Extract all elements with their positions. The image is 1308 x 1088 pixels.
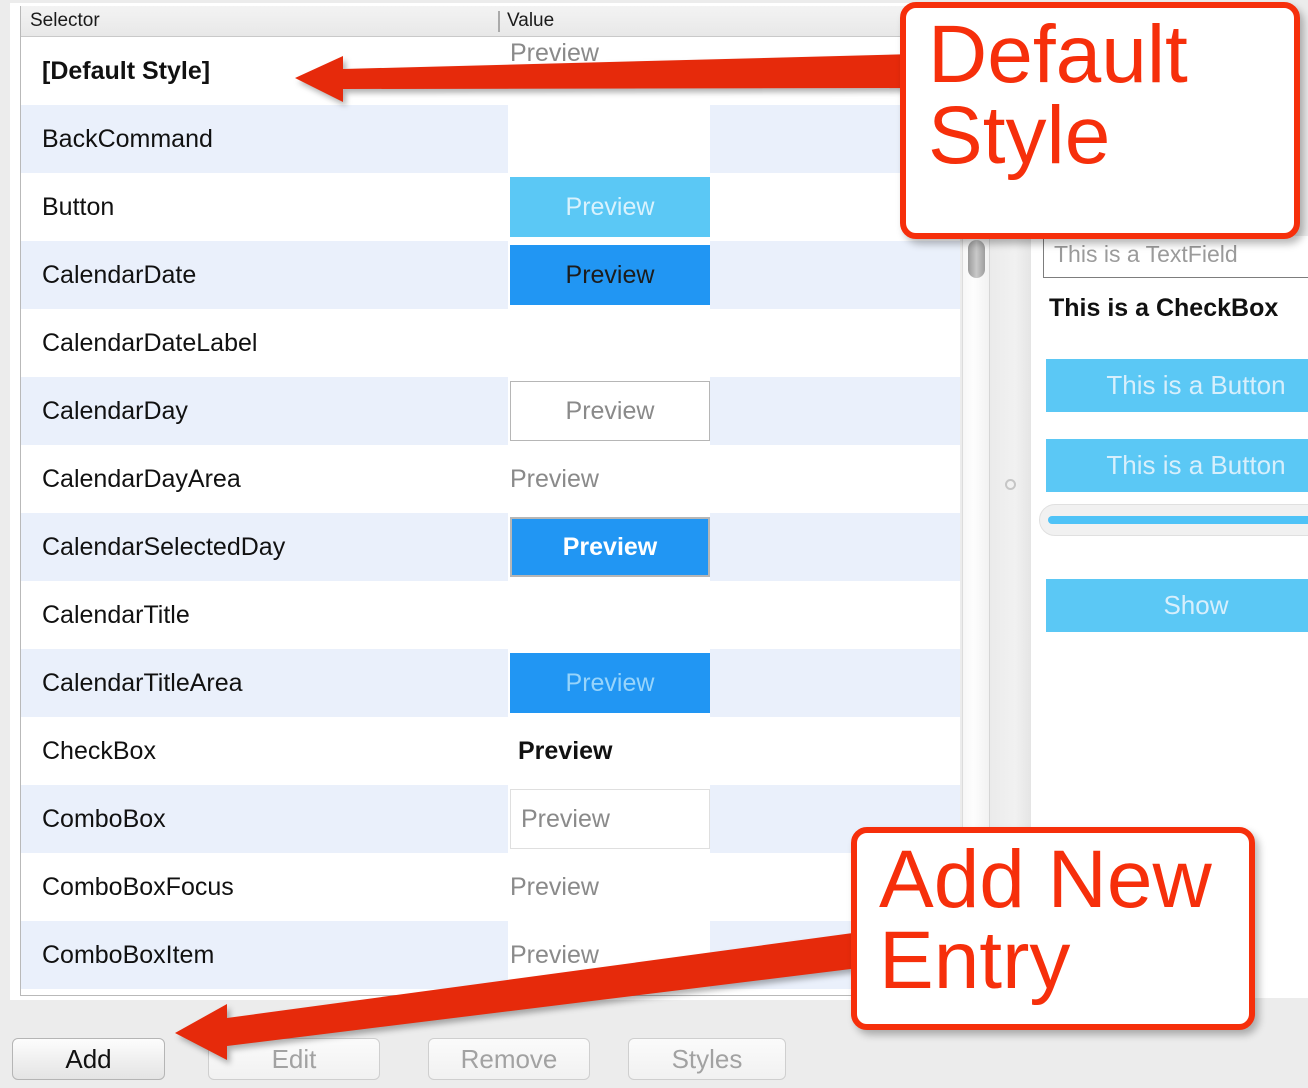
style-preview: Preview <box>510 245 710 305</box>
table-row[interactable]: CalendarDatePreview <box>21 241 960 309</box>
scrollbar-thumb[interactable] <box>968 240 985 278</box>
style-preview: Preview <box>510 517 710 577</box>
callout-default-style-text: Default Style <box>928 9 1188 181</box>
style-preview: Preview <box>510 857 710 917</box>
styles-table-panel: Selector Value [Default Style]PreviewBac… <box>0 0 960 1000</box>
preview-checkbox-label[interactable]: This is a CheckBox <box>1049 294 1278 323</box>
table-row[interactable]: ButtonPreview <box>21 173 960 241</box>
styles-table: Selector Value [Default Style]PreviewBac… <box>20 6 960 996</box>
cell-selector: CalendarDayArea <box>21 445 508 513</box>
bottom-toolbar: Add Edit Remove Styles <box>0 1000 960 1088</box>
cell-value: Preview <box>508 377 960 445</box>
cell-selector: CalendarDateLabel <box>21 309 508 377</box>
cell-selector: CalendarSelectedDay <box>21 513 508 581</box>
cell-selector: CalendarTitle <box>21 581 508 649</box>
callout-add-new-entry: Add New Entry <box>851 827 1255 1030</box>
table-row[interactable]: CalendarTitleAreaPreview <box>21 649 960 717</box>
table-row[interactable]: CalendarDayAreaPreview <box>21 445 960 513</box>
style-preview: Preview <box>510 721 710 781</box>
cell-value: Preview <box>508 717 960 785</box>
cell-selector: CalendarDay <box>21 377 508 445</box>
callout-add-new-entry-text: Add New Entry <box>879 834 1212 1006</box>
cell-selector: ComboBoxFocus <box>21 853 508 921</box>
remove-button[interactable]: Remove <box>428 1038 590 1080</box>
cell-selector: CheckBox <box>21 717 508 785</box>
table-row[interactable]: ComboBoxFocusPreview <box>21 853 960 921</box>
cell-selector: [Default Style] <box>21 37 508 105</box>
table-row[interactable]: BackCommand <box>21 105 960 173</box>
preview-show-button[interactable]: Show <box>1046 579 1308 632</box>
preview-button-1[interactable]: This is a Button <box>1046 359 1308 412</box>
style-preview: Preview <box>510 925 710 985</box>
split-pane-handle-icon[interactable] <box>1005 479 1016 490</box>
column-header-selector[interactable]: Selector <box>21 6 507 36</box>
edit-button[interactable]: Edit <box>208 1038 380 1080</box>
cell-selector: CalendarTitleArea <box>21 649 508 717</box>
add-button[interactable]: Add <box>12 1038 165 1080</box>
preview-button-2[interactable]: This is a Button <box>1046 439 1308 492</box>
table-header-row: Selector Value <box>21 6 960 37</box>
table-body: [Default Style]PreviewBackCommandButtonP… <box>21 37 960 995</box>
styles-button[interactable]: Styles <box>628 1038 786 1080</box>
style-preview: Preview <box>510 177 710 237</box>
table-row[interactable]: [Default Style]Preview <box>21 37 960 105</box>
preview-textfield[interactable]: This is a TextField <box>1043 236 1308 278</box>
cell-selector: ComboBox <box>21 785 508 853</box>
cell-value: Preview <box>508 445 960 513</box>
cell-value <box>508 105 960 173</box>
cell-value: Preview <box>508 173 960 241</box>
style-preview: Preview <box>510 449 710 509</box>
table-row[interactable]: ComboBoxPreview <box>21 785 960 853</box>
cell-value: Preview <box>508 37 960 105</box>
cell-selector: BackCommand <box>21 105 508 173</box>
style-preview: Preview <box>510 23 710 83</box>
cell-value: Preview <box>508 241 960 309</box>
table-row[interactable]: CalendarSelectedDayPreview <box>21 513 960 581</box>
style-preview <box>510 109 710 169</box>
cell-value: Preview <box>508 513 960 581</box>
cell-value <box>508 309 960 377</box>
style-preview: Preview <box>510 789 710 849</box>
cell-value <box>508 581 960 649</box>
table-row[interactable]: ComboBoxItemPreview <box>21 921 960 989</box>
table-row[interactable]: CalendarTitle <box>21 581 960 649</box>
table-row[interactable]: CheckBoxPreview <box>21 717 960 785</box>
table-row[interactable]: CalendarDayPreview <box>21 377 960 445</box>
callout-default-style: Default Style <box>900 2 1300 239</box>
cell-selector: CalendarDate <box>21 241 508 309</box>
style-preview: Preview <box>510 653 710 713</box>
table-row[interactable]: CalendarDateLabel <box>21 309 960 377</box>
preview-slider[interactable] <box>1039 504 1308 536</box>
style-preview: Preview <box>510 381 710 441</box>
cell-selector: ComboBoxItem <box>21 921 508 989</box>
slider-fill <box>1048 516 1308 524</box>
cell-value: Preview <box>508 649 960 717</box>
cell-selector: Button <box>21 173 508 241</box>
